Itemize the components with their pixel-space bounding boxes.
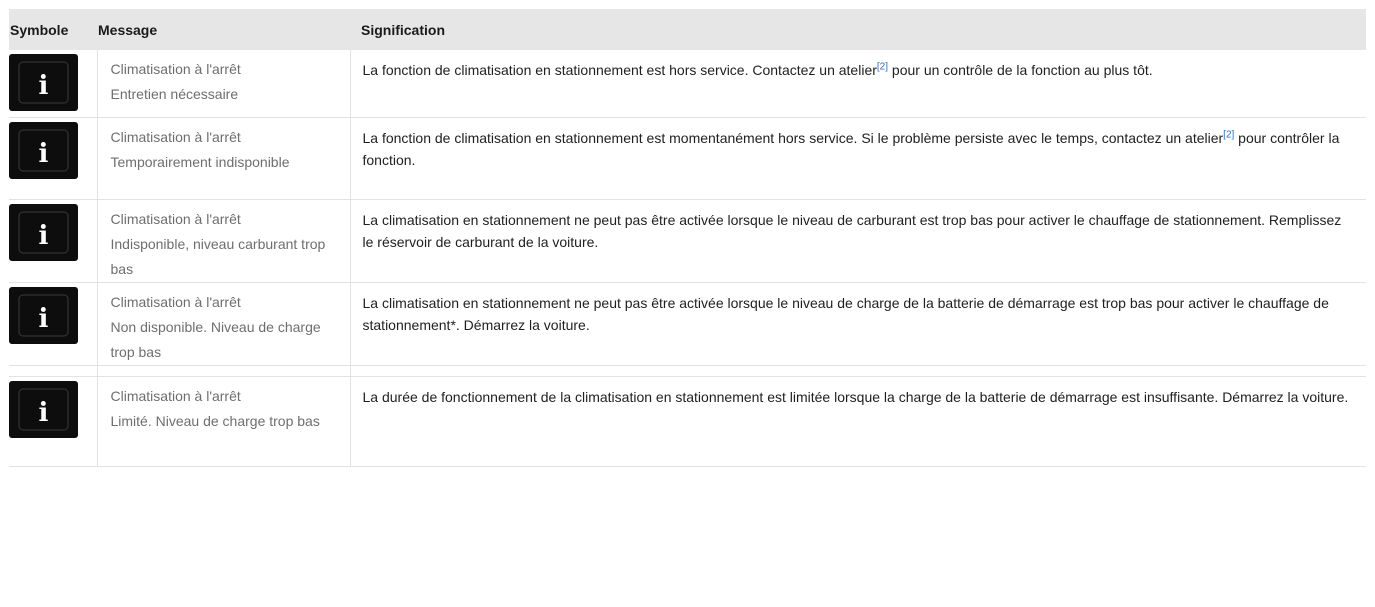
meaning-text-end: pour un contrôle de la fonction au plus … bbox=[888, 62, 1153, 78]
svg-text:i: i bbox=[39, 221, 49, 251]
message-title: Climatisation à l'arrêt bbox=[110, 211, 241, 227]
table-header-row: Symbole Message Signification bbox=[9, 9, 1366, 50]
meaning-cell: La durée de fonctionnement de la climati… bbox=[349, 376, 1366, 467]
meaning-text: La fonction de climatisation en stationn… bbox=[362, 130, 1224, 146]
message-detail: Non disponible. Niveau de charge trop ba… bbox=[110, 319, 321, 360]
message-cell: Climatisation à l'arrêt Limité. Niveau d… bbox=[96, 376, 350, 467]
footnote-link[interactable]: [2] bbox=[1223, 129, 1234, 140]
message-detail: Temporairement indisponible bbox=[110, 154, 290, 170]
message-title: Climatisation à l'arrêt bbox=[110, 61, 241, 77]
message-table-container: Symbole Message Signification i Climatis… bbox=[9, 9, 1366, 467]
symbol-cell: i bbox=[9, 282, 97, 366]
header-message: Message bbox=[97, 9, 350, 50]
message-detail: Limité. Niveau de charge trop bas bbox=[110, 413, 320, 429]
svg-text:i: i bbox=[39, 139, 49, 169]
symbol-cell: i bbox=[9, 117, 97, 200]
info-icon: i bbox=[9, 204, 78, 261]
meaning-cell: La fonction de climatisation en stationn… bbox=[349, 117, 1366, 200]
message-cell: Climatisation à l'arrêt Non disponible. … bbox=[96, 282, 350, 366]
table-row: i Climatisation à l'arrêt Limité. Niveau… bbox=[9, 376, 1366, 467]
table-row: i Climatisation à l'arrêt Non disponible… bbox=[9, 282, 1366, 366]
meaning-text: La climatisation en stationnement ne peu… bbox=[362, 212, 1342, 250]
message-title: Climatisation à l'arrêt bbox=[110, 129, 241, 145]
info-icon: i bbox=[9, 122, 78, 179]
empty-cell bbox=[96, 365, 350, 377]
info-icon: i bbox=[9, 287, 78, 344]
table-row: i Climatisation à l'arrêt Entretien néce… bbox=[9, 50, 1366, 118]
message-detail: Indisponible, niveau carburant trop bas bbox=[110, 236, 326, 277]
message-detail: Entretien nécessaire bbox=[110, 86, 239, 102]
header-symbol: Symbole bbox=[9, 9, 97, 50]
header-meaning: Signification bbox=[350, 9, 1366, 50]
message-cell: Climatisation à l'arrêt Indisponible, ni… bbox=[96, 199, 350, 283]
meaning-text: La fonction de climatisation en stationn… bbox=[362, 62, 877, 78]
info-icon: i bbox=[9, 54, 78, 111]
table-row: i Climatisation à l'arrêt Temporairement… bbox=[9, 117, 1366, 200]
empty-cell bbox=[349, 365, 1366, 377]
message-table: Symbole Message Signification i Climatis… bbox=[9, 9, 1366, 467]
symbol-cell: i bbox=[9, 199, 97, 283]
meaning-text: La climatisation en stationnement ne peu… bbox=[362, 295, 1329, 333]
svg-text:i: i bbox=[39, 71, 49, 101]
table-row: i Climatisation à l'arrêt Indisponible, … bbox=[9, 199, 1366, 283]
message-cell: Climatisation à l'arrêt Temporairement i… bbox=[96, 117, 350, 200]
empty-cell bbox=[9, 365, 97, 377]
footnote-link[interactable]: [2] bbox=[877, 61, 888, 72]
info-icon: i bbox=[9, 381, 78, 438]
svg-text:i: i bbox=[39, 304, 49, 334]
meaning-cell: La climatisation en stationnement ne peu… bbox=[349, 282, 1366, 366]
symbol-cell: i bbox=[9, 376, 97, 467]
symbol-cell: i bbox=[9, 50, 97, 118]
meaning-cell: La fonction de climatisation en stationn… bbox=[349, 50, 1366, 118]
meaning-text: La durée de fonctionnement de la climati… bbox=[362, 389, 1349, 405]
svg-text:i: i bbox=[39, 398, 49, 428]
table-row-empty bbox=[9, 365, 1366, 377]
message-cell: Climatisation à l'arrêt Entretien nécess… bbox=[96, 50, 350, 118]
message-title: Climatisation à l'arrêt bbox=[110, 388, 241, 404]
message-title: Climatisation à l'arrêt bbox=[110, 294, 241, 310]
meaning-cell: La climatisation en stationnement ne peu… bbox=[349, 199, 1366, 283]
